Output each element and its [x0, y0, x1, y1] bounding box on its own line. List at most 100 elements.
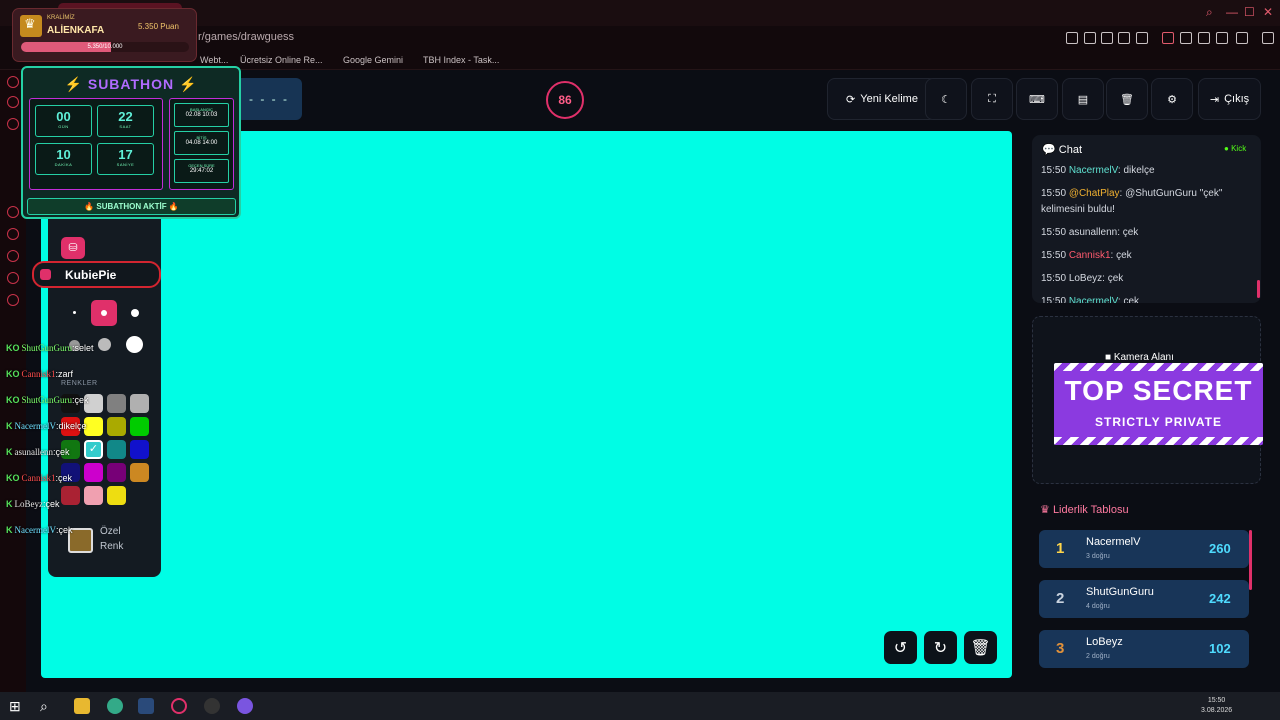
heart-icon[interactable] — [1136, 32, 1148, 44]
subathon-widget: ⚡ SUBATHON ⚡ 00 GÜN 22 SAAT 10 DAKİKA 17 SAN… — [21, 66, 241, 219]
sidebar-icon[interactable] — [7, 206, 19, 218]
ai-icon[interactable] — [1236, 32, 1248, 44]
trash-icon: 🗑 — [970, 639, 991, 657]
redo-button[interactable]: ↻ — [924, 631, 957, 664]
new-word-button[interactable]: ⟳ Yeni Kelime — [827, 78, 937, 120]
chat-icon: 💬 — [1042, 144, 1056, 156]
color-swatch[interactable] — [130, 417, 149, 436]
leaderboard: ♛ Liderlik Tablosu 1 NacermelV 3 doğru 260 2… — [1032, 498, 1261, 668]
menu-icon[interactable] — [1262, 32, 1274, 44]
player-name: NacermelV — [1086, 536, 1141, 548]
brush-size-xl[interactable] — [98, 338, 111, 351]
youtube-icon — [40, 269, 51, 280]
bookmark[interactable]: Webt... — [200, 55, 228, 65]
correct-count: 2 doğru — [1086, 653, 1110, 660]
chat-message: 15:50 LoBeyz: çek — [1041, 273, 1124, 284]
moon-icon: ☾ — [941, 93, 951, 106]
color-swatch[interactable] — [107, 394, 126, 413]
extension-icon[interactable] — [1118, 32, 1130, 44]
color-swatch[interactable] — [84, 486, 103, 505]
chrome-icon[interactable] — [107, 698, 123, 714]
overlay-chat-line: K NacermelV:dikelçe — [6, 421, 87, 431]
color-swatch[interactable]: ✓ — [84, 440, 103, 459]
leaderboard-row: 3 LoBeyz 2 doğru 102 — [1039, 630, 1249, 668]
color-swatch[interactable] — [130, 440, 149, 459]
color-swatch[interactable] — [107, 440, 126, 459]
sidebar-icon[interactable] — [7, 76, 19, 88]
gear-icon: ⚙ — [1167, 93, 1177, 106]
file-explorer-icon[interactable] — [74, 698, 90, 714]
color-swatch[interactable] — [107, 417, 126, 436]
subathon-status: 🔥 SUBATHON AKTİF 🔥 — [27, 198, 236, 215]
app-icon[interactable] — [237, 698, 253, 714]
keyboard-button[interactable]: ⌨ — [1016, 78, 1058, 120]
windows-start-icon[interactable]: ⊞ — [9, 698, 25, 714]
queen-overlay: ♛ KRALİMİZ ALİENKAFA 5.350 Puan 5.350/10… — [13, 9, 196, 61]
brush-size-s-selected[interactable] — [91, 300, 117, 326]
extension-icon[interactable] — [1198, 32, 1210, 44]
url-text[interactable]: r/games/drawguess — [198, 31, 294, 43]
color-swatch[interactable] — [130, 463, 149, 482]
leaderboard-row: 2 ShutGunGuru 4 doğru 242 — [1039, 580, 1249, 618]
sidebar-icon[interactable] — [7, 118, 19, 130]
brush-size-xs[interactable] — [73, 311, 76, 314]
brush-size-m[interactable] — [131, 309, 139, 317]
fullscreen-button[interactable]: ⛶ — [971, 78, 1013, 120]
subathon-start: BAŞLANGIÇ 02.08 10:03 — [174, 103, 229, 127]
archive-icon: ▤ — [1077, 93, 1089, 106]
sidebar-icon[interactable] — [7, 228, 19, 240]
extension-icon[interactable] — [1101, 32, 1113, 44]
queen-progress-text: 5.350/10.000 — [87, 44, 123, 50]
color-swatch[interactable] — [61, 486, 80, 505]
sidebar-icon[interactable] — [7, 272, 19, 284]
extension-icon[interactable] — [1180, 32, 1192, 44]
top-secret-image: TOP SECRET STRICTLY PRIVATE — [1054, 363, 1263, 445]
minimize-icon[interactable]: — — [1226, 5, 1238, 19]
refresh-icon: ⟳ — [846, 93, 856, 106]
undo-button[interactable]: ↺ — [884, 631, 917, 664]
obs-icon[interactable] — [204, 698, 220, 714]
bookmark[interactable]: TBH Index - Task... — [423, 55, 499, 65]
countdown-days: 00 GÜN — [35, 105, 92, 137]
settings-button[interactable]: ⚙ — [1151, 78, 1193, 120]
custom-color-label[interactable]: Özel Renk — [100, 524, 123, 554]
color-swatch[interactable] — [107, 463, 126, 482]
overlay-chat-line: KO Cannisk1:çek — [6, 473, 73, 483]
maximize-icon[interactable]: ☐ — [1244, 5, 1255, 19]
color-swatch[interactable] — [130, 394, 149, 413]
bookmark[interactable]: Ücretsiz Online Re... — [240, 55, 323, 65]
archive-button[interactable]: ▤ — [1062, 78, 1104, 120]
bucket-icon: ⛁ — [68, 242, 78, 254]
chat-message: 15:50 @ChatPlay: @ShutGunGuru "çek" keli… — [1041, 188, 1223, 215]
color-swatch[interactable] — [84, 463, 103, 482]
brush-size-xxl[interactable] — [126, 336, 143, 353]
leaderboard-scrollbar[interactable] — [1249, 530, 1252, 590]
color-swatch[interactable] — [107, 486, 126, 505]
extension-icon[interactable] — [1084, 32, 1096, 44]
clear-canvas-button[interactable]: 🗑 — [964, 631, 997, 664]
search-icon[interactable]: ⌕ — [40, 698, 56, 714]
extension-icon[interactable] — [1162, 32, 1174, 44]
download-icon[interactable] — [1216, 32, 1228, 44]
sidebar-icon[interactable] — [7, 250, 19, 262]
sidebar-icon[interactable] — [7, 96, 19, 108]
chat-scrollbar[interactable] — [1257, 280, 1260, 298]
fill-bucket-button[interactable]: ⛁ — [61, 237, 85, 259]
streamer-name: KubiePie — [65, 268, 117, 282]
dark-mode-button[interactable]: ☾ — [925, 78, 967, 120]
delete-button[interactable]: 🗑 — [1106, 78, 1148, 120]
search-icon[interactable]: ⌕ — [1206, 5, 1213, 20]
bookmark[interactable]: Google Gemini — [343, 55, 403, 65]
subathon-end: BİTİŞ 04.08 14:00 — [174, 131, 229, 155]
steam-icon[interactable] — [138, 698, 154, 714]
kick-status: ● Kick — [1224, 144, 1247, 153]
streamer-name-tag: KubiePie — [32, 261, 161, 288]
score: 260 — [1209, 541, 1231, 556]
exit-label: Çıkış — [1224, 93, 1250, 105]
opera-gx-icon[interactable] — [171, 698, 187, 714]
sidebar-icon[interactable] — [7, 294, 19, 306]
keyboard-icon: ⌨ — [1029, 93, 1045, 106]
extension-icon[interactable] — [1066, 32, 1078, 44]
exit-button[interactable]: ⇥ Çıkış — [1198, 78, 1261, 120]
close-icon[interactable]: ✕ — [1263, 5, 1273, 19]
